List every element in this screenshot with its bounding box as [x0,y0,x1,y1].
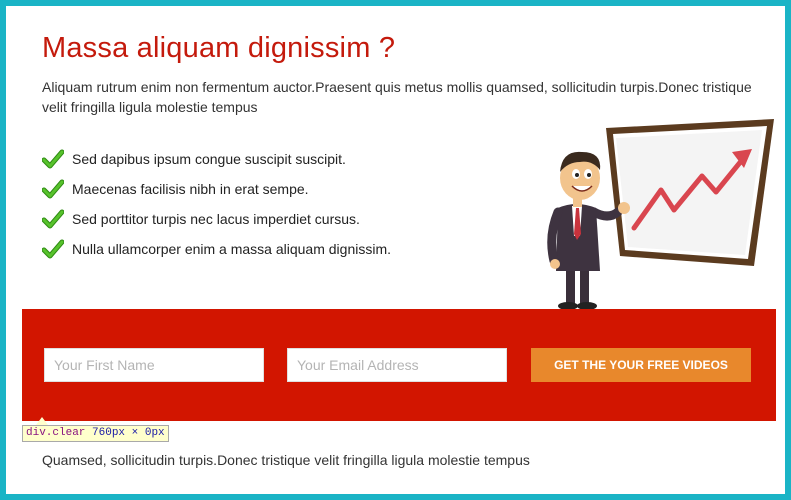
signup-band: GET THE YOUR FREE VIDEOS [22,309,776,421]
list-item: Sed dapibus ipsum congue suscipit suscip… [42,144,391,174]
feature-text: Sed porttitor turpis nec lacus imperdiet… [72,211,360,227]
list-item: Maecenas facilisis nibh in erat sempe. [42,174,391,204]
intro-paragraph: Aliquam rutrum enim non fermentum auctor… [42,79,752,115]
first-name-input[interactable] [44,348,264,382]
tooltip-dimensions: 760px × 0px [92,427,165,439]
checkmark-icon [42,149,64,169]
list-item: Sed porttitor turpis nec lacus imperdiet… [42,204,391,234]
tooltip-selector: div.clear [26,427,86,439]
feature-text: Nulla ullamcorper enim a massa aliquam d… [72,241,392,257]
list-item: Nulla ullamcorper enim a massa aliquam d… [42,234,391,264]
businessman-chart-illustration [547,119,774,310]
page-frame: Massa aliquam dignissim ? Aliquam rutrum… [0,0,791,500]
devtools-element-tooltip: div.clear 760px × 0px [22,425,169,442]
email-input[interactable] [287,348,507,382]
checkmark-icon [42,239,64,259]
feature-list: Sed dapibus ipsum congue suscipit suscip… [42,144,391,264]
checkmark-icon [42,209,64,229]
tooltip-arrow [36,417,48,425]
checkmark-icon [42,179,64,199]
feature-text: Sed dapibus ipsum congue suscipit suscip… [72,151,346,167]
feature-text: Maecenas facilisis nibh in erat sempe. [72,181,309,197]
get-free-videos-button[interactable]: GET THE YOUR FREE VIDEOS [531,348,751,382]
footer-text: Quamsed, sollicitudin turpis.Donec trist… [42,452,530,468]
page-title: Massa aliquam dignissim ? [42,32,396,64]
